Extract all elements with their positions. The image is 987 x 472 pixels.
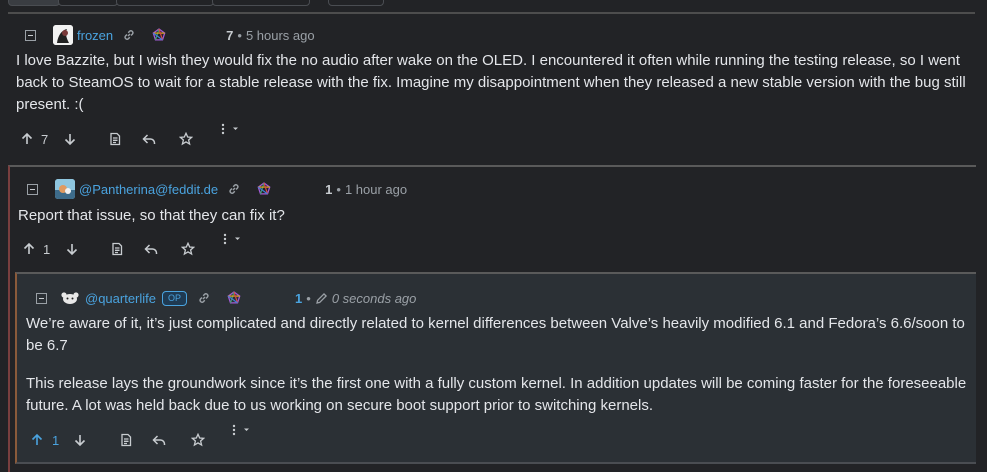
sort-tab[interactable] [116,0,214,6]
comment-actions: 1 [10,233,970,259]
separator: • [237,27,242,43]
view-source-button[interactable] [110,242,124,256]
more-button[interactable] [231,424,251,438]
comment-actions: 1 [17,424,967,450]
comment-paragraph: I love Bazzite, but I wish they would fi… [16,52,966,113]
more-vertical-icon [232,424,249,436]
save-button[interactable] [181,242,195,256]
avatar[interactable] [55,179,75,199]
upvote-count: 1 [43,241,51,257]
file-text-icon [121,433,132,447]
comment-body: We’re aware of it, it’s just complicated… [26,313,968,417]
reply-button[interactable] [144,242,158,256]
save-button[interactable] [179,132,193,146]
fediverse-icon[interactable] [152,28,166,42]
separator: • [306,290,311,306]
fediverse-icon[interactable] [257,182,271,196]
downvote-button[interactable] [63,132,77,146]
more-vertical-icon [223,233,240,245]
sort-tab[interactable] [212,0,310,6]
upvote-button[interactable]: 7 [20,132,48,147]
downvote-button[interactable] [73,433,87,447]
file-text-icon [112,242,123,256]
more-vertical-icon [221,123,238,135]
sort-tabs [0,0,987,6]
save-button[interactable] [191,433,205,447]
timestamp[interactable]: 0 seconds ago [332,291,417,306]
reply-button[interactable] [142,132,156,146]
pencil-icon [315,292,328,305]
link-icon[interactable] [122,28,136,42]
timestamp[interactable]: 1 hour ago [345,182,407,197]
comment-score: 1 [325,181,333,197]
reply-icon [144,244,158,254]
reply-icon [142,134,156,144]
sort-tab[interactable] [8,0,60,6]
sort-tab[interactable] [58,0,118,6]
more-button[interactable] [220,123,240,137]
upvote-count: 1 [52,432,60,448]
arrow-up-icon [23,242,35,254]
timestamp[interactable]: 5 hours ago [246,28,315,43]
arrow-up-icon [21,132,33,144]
link-icon[interactable] [197,291,211,305]
minus-square-icon[interactable] [25,29,36,41]
arrow-down-icon [66,244,78,256]
comment-header: frozen 7 • 5 hours ago [25,25,965,45]
comment-header: @Pantherina@feddit.de 1 • 1 hour ago [27,179,967,199]
star-icon [181,242,195,256]
reply-icon [152,435,166,445]
comment: @quarterlife OP 1 • 0 seconds ago We’re … [15,272,976,464]
downvote-button[interactable] [65,242,79,256]
arrow-down-icon [74,435,86,447]
minus-square-icon[interactable] [36,292,47,304]
username[interactable]: @Pantherina@feddit.de [79,182,218,197]
file-text-icon [110,132,121,146]
star-icon [191,433,205,447]
arrow-down-icon [64,134,76,146]
avatar[interactable] [59,288,81,308]
view-source-button[interactable] [119,433,133,447]
star-icon [179,132,193,146]
comment-paragraph: Report that issue, so that they can fix … [18,207,285,224]
comment: frozen 7 • 5 hours ago I love Bazzite, b… [8,14,976,165]
comment-actions: 7 [8,123,968,149]
comment-score: 7 [226,27,234,43]
view-tab[interactable] [328,0,384,6]
comment-paragraph: We’re aware of it, it’s just complicated… [26,315,965,354]
arrow-up-icon [31,433,43,445]
comment-score: 1 [295,290,303,306]
comment-body: I love Bazzite, but I wish they would fi… [16,50,972,116]
username[interactable]: frozen [77,28,113,43]
fediverse-icon[interactable] [227,291,241,305]
op-badge: OP [162,290,188,306]
comment-header: @quarterlife OP 1 • 0 seconds ago [36,288,966,308]
avatar[interactable] [53,25,73,45]
upvote-button[interactable]: 1 [30,433,59,448]
link-icon[interactable] [227,182,241,196]
view-source-button[interactable] [108,132,122,146]
separator: • [336,181,341,197]
username[interactable]: @quarterlife [85,291,156,306]
comment-paragraph: This release lays the groundwork since i… [26,375,967,414]
comment-body: Report that issue, so that they can fix … [18,205,958,227]
more-button[interactable] [222,233,242,247]
reply-button[interactable] [152,433,166,447]
upvote-button[interactable]: 1 [22,242,50,257]
minus-square-icon[interactable] [27,183,38,195]
upvote-count: 7 [41,131,49,147]
